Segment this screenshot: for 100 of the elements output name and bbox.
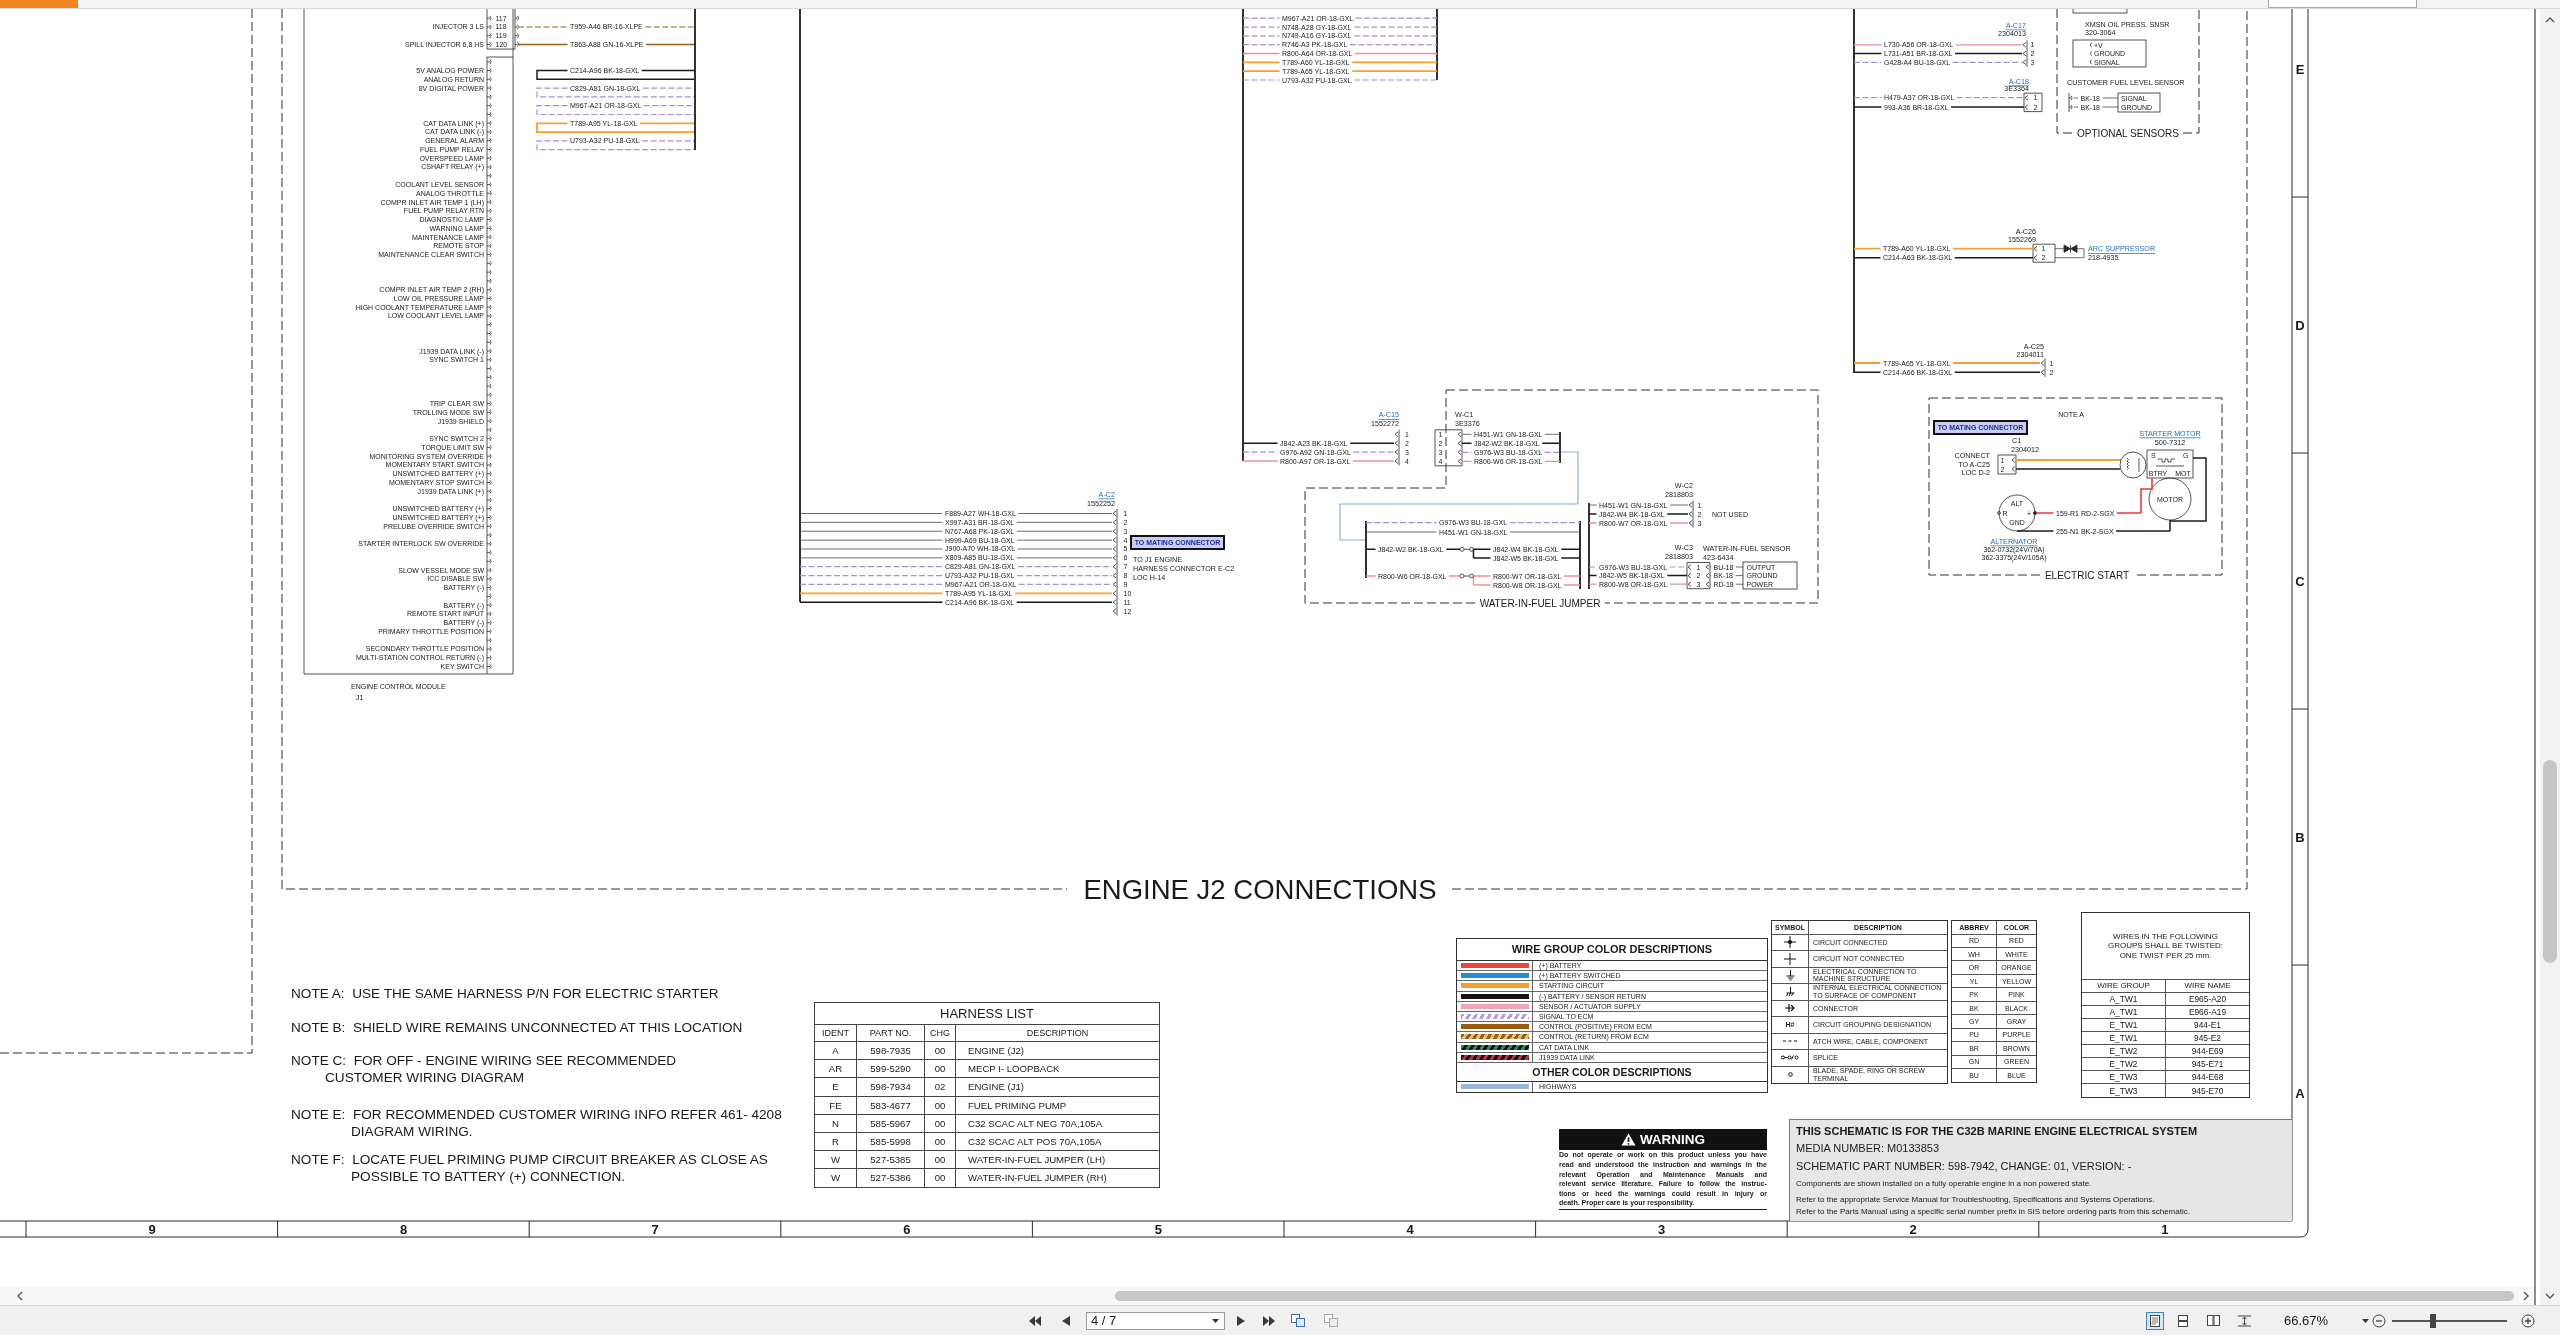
connector-icon (1434, 429, 1463, 467)
column-header: WIRE NAME (2183, 980, 2232, 992)
zone-number: 3 (1658, 1222, 1666, 1237)
triangle-left-icon[interactable] (1062, 1315, 1070, 1326)
note-text: NOTE C: FOR OFF - ENGINE WIRING SEE RECOMMENDED CUSTOMER WIRING DIAGRAM (291, 1053, 677, 1086)
alternator-drawing (1997, 494, 2037, 532)
diagram-title: ENGINE J2 CONNECTIONS (1083, 873, 1437, 905)
table-cell-text: 944-E68 (2190, 1071, 2225, 1084)
zone-letter: B (2295, 829, 2305, 845)
slider-thumb[interactable] (2430, 1313, 2437, 1328)
remark-text: Refer to the Parts Manual using a specific serial number prefix in SIS before ordering parts from this schematic. (1796, 1207, 2191, 1217)
table-cell: FE (814, 1096, 857, 1115)
overlapping-pages-icon[interactable] (1291, 1314, 1305, 1327)
media-number: MEDIA NUMBER: M0133853 (1796, 1141, 1941, 1156)
chevron-right-icon[interactable] (2522, 1291, 2530, 1301)
zone-number: 5 (1154, 1222, 1162, 1237)
chevron-left-icon[interactable] (16, 1291, 24, 1301)
table-cell-text: E966-A19 (2187, 1005, 2228, 1018)
table-cell: 00 (924, 1168, 956, 1187)
table-cell: 598-7934 (856, 1077, 925, 1097)
table-cell: W (814, 1168, 857, 1187)
note-text: NOTE A: USE THE SAME HARNESS P/N FOR ELECTRIC STARTER (291, 986, 719, 1003)
scroll-thumb[interactable] (1115, 1291, 2514, 1301)
zone-number: 1 (2161, 1222, 2169, 1237)
scroll-thumb[interactable] (2543, 760, 2557, 963)
table-cell: 585-5967 (856, 1114, 925, 1133)
chevron-down-icon[interactable] (2545, 1292, 2555, 1300)
chevron-up-icon[interactable] (2545, 15, 2555, 23)
terminal-ring-icon (1787, 1072, 1793, 1078)
zone-letter: D (2295, 317, 2305, 333)
table-cell: 00 (924, 1132, 956, 1151)
two-pages-icon (2206, 1315, 2220, 1326)
connector-icon (1997, 454, 2017, 475)
motor-drawing (2148, 477, 2192, 521)
caret-down-icon[interactable] (1212, 1318, 1219, 1323)
table-cell: 00 (924, 1114, 956, 1133)
table-cell: C32 SCAC ALT POS 70A,105A (955, 1132, 1160, 1151)
note-text: NOTE E: FOR RECOMMENDED CUSTOMER WIRING INFO REFER 461- 4208 DIAGRAM WIRING. (291, 1107, 782, 1140)
find-field[interactable] (2268, 0, 2417, 8)
two-pages-scroll-icon (2237, 1314, 2251, 1327)
zoom-slider[interactable] (2392, 1313, 2507, 1328)
table-cell: W (814, 1150, 857, 1169)
zone-letter: A (2295, 1085, 2305, 1101)
zone-number: 7 (651, 1222, 659, 1237)
table-cell: R (814, 1132, 857, 1151)
table-cell: AR (814, 1059, 857, 1078)
double-triangle-left-icon[interactable] (1029, 1315, 1041, 1326)
junction-dot-icon (1784, 936, 1796, 949)
zoom-out-icon[interactable] (2372, 1313, 2386, 1328)
zoom-in-icon[interactable] (2521, 1313, 2535, 1328)
remark-text: Refer to the appropriate Service Manual for Troubleshooting, Specifications and Systems Operations. (1796, 1195, 2156, 1205)
table-cell: 598-7935 (856, 1041, 925, 1060)
connector-icon (2089, 42, 2092, 65)
connector-icon (2032, 243, 2056, 263)
triangle-right-icon[interactable] (1237, 1315, 1245, 1326)
table-cell-text: 944-E1 (2193, 1018, 2222, 1031)
table-cell: E (814, 1077, 857, 1097)
table-cell: 02 (924, 1077, 956, 1097)
table-cell: FUEL PRIMING PUMP (955, 1096, 1160, 1115)
table-cell: 527-5385 (856, 1150, 925, 1169)
group-title: WATER-IN-FUEL JUMPER (1479, 597, 1601, 609)
table-cell-text: 945-E70 (2190, 1084, 2225, 1098)
wire (2054, 248, 2085, 259)
column-header: WIRE GROUP (2082, 980, 2166, 992)
table-cell: A_TW1 (2082, 1005, 2166, 1018)
zone-number: 2 (1909, 1222, 1917, 1237)
table-cell: WATER-IN-FUEL JUMPER (RH) (955, 1168, 1160, 1187)
table-cell: 00 (924, 1096, 956, 1115)
warning-icon (1620, 1132, 1636, 1146)
zone-letter: E (2295, 61, 2305, 77)
schematic-heading: THIS SCHEMATIC IS FOR THE C32B MARINE ENGINE ELECTRICAL SYSTEM (1796, 1124, 2199, 1139)
table-cell: 527-5386 (856, 1168, 925, 1187)
table-cell: ENGINE (J2) (955, 1041, 1160, 1060)
table-cell: 599-5290 (856, 1059, 925, 1078)
connector-icon (2023, 92, 2043, 112)
connector-icon (2040, 358, 2046, 378)
connector-icon (1394, 429, 1400, 466)
view-mode-button[interactable] (2146, 1311, 2164, 1330)
connector-icon (1112, 508, 1118, 616)
diode-icon (2063, 244, 2078, 253)
connector-arrow-icon (1785, 1004, 1795, 1013)
table-cell: MECP I- LOOPBACK (955, 1059, 1160, 1078)
double-triangle-right-icon[interactable] (1263, 1315, 1275, 1326)
table-cell: WATER-IN-FUEL JUMPER (LH) (955, 1150, 1160, 1169)
table-cell: E_TW3 (2082, 1084, 2166, 1098)
table-cell-text: 945-E71 (2190, 1058, 2225, 1071)
ground-icon (1785, 969, 1795, 981)
table-cell: E_TW2 (2082, 1058, 2166, 1071)
relay-terminal-block (2146, 449, 2194, 479)
table-title: OTHER COLOR DESCRIPTIONS (1457, 1062, 1767, 1082)
zoom-value[interactable]: 66.67% (2284, 1313, 2336, 1328)
remark-text: Components are shown installed on a fully operable engine in a non powered state. (1796, 1179, 2093, 1189)
page-number-field[interactable]: 4 / 7 (1086, 1311, 1225, 1330)
table-cell-text: 944-E69 (2190, 1045, 2225, 1058)
zone-number: 8 (400, 1222, 408, 1237)
dashed-line-icon (1783, 1040, 1797, 1043)
table-cell: E_TW1 (2082, 1018, 2166, 1031)
sensor-block (2072, 9, 2128, 14)
caret-down-icon[interactable] (2362, 1318, 2369, 1323)
zone-number: 4 (1406, 1222, 1414, 1237)
